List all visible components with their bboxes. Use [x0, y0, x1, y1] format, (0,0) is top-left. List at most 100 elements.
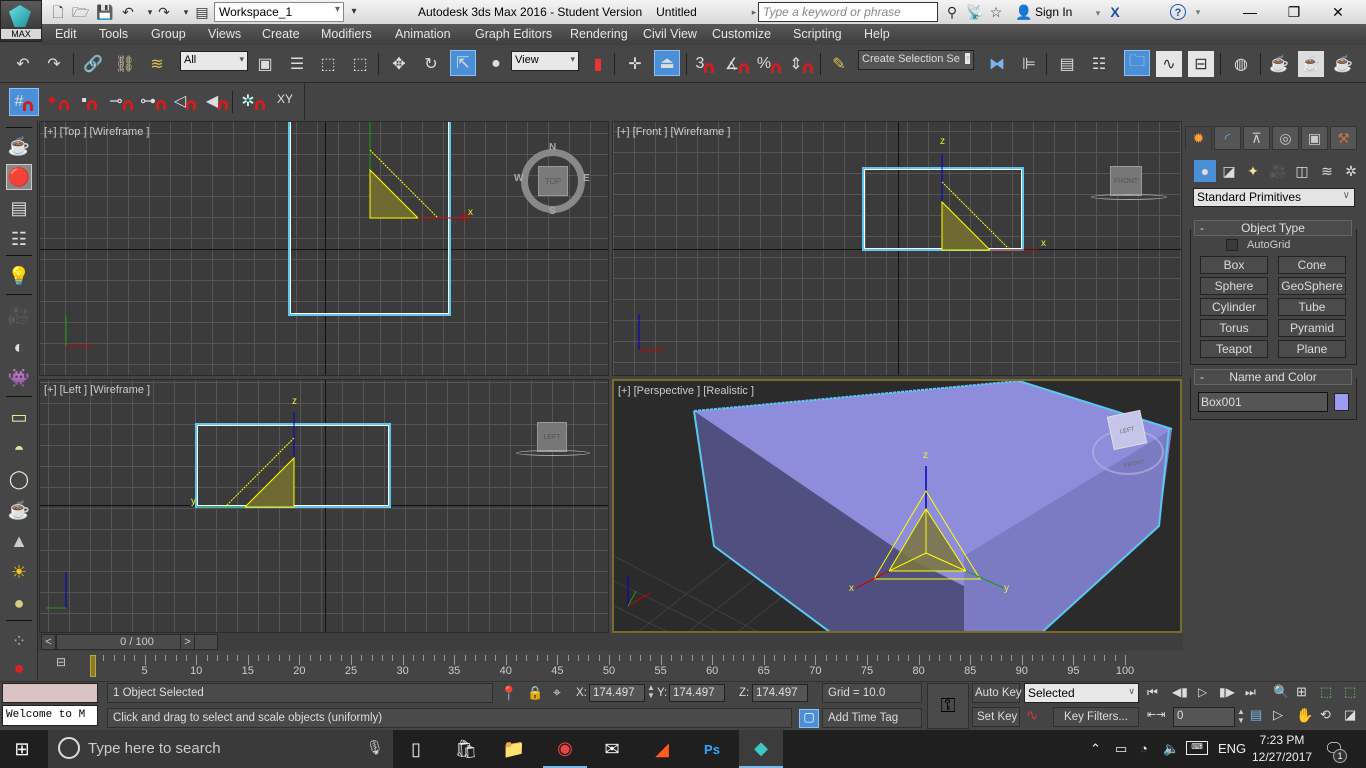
render-production-icon[interactable]: ☕	[1330, 51, 1356, 77]
application-menu-button[interactable]: MAX	[0, 0, 42, 42]
cylinder-button[interactable]: Cylinder	[1200, 298, 1268, 316]
unlink-selection-icon[interactable]: ⛓	[112, 51, 138, 77]
pan-view-icon[interactable]: ✋	[1296, 707, 1313, 724]
go-to-end-icon[interactable]: ⏭	[1245, 685, 1256, 700]
zoom-extents-icon[interactable]: ⬚	[1320, 684, 1332, 700]
pivot-center-icon[interactable]: ▮	[585, 51, 611, 77]
spot-light-icon[interactable]: ▲	[6, 528, 32, 554]
align-icon[interactable]: ⊫	[1016, 51, 1042, 77]
menu-graph-editors[interactable]: Graph Editors	[475, 27, 552, 41]
minimize-button[interactable]: —	[1230, 2, 1270, 22]
undo-icon[interactable]: ↶	[10, 51, 36, 77]
sign-in-button[interactable]: Sign In ▾	[1035, 5, 1100, 19]
viewport-label[interactable]: [+] [Left ] [Wireframe ]	[44, 384, 150, 396]
object-name-input[interactable]: Box001	[1198, 392, 1328, 412]
time-slider-prev[interactable]: <	[41, 634, 56, 650]
viewport-label[interactable]: [+] [Top ] [Wireframe ]	[44, 126, 149, 138]
battery-icon[interactable]: ▭	[1115, 741, 1127, 757]
exchange-apps-icon[interactable]: X	[1107, 4, 1123, 20]
tube-button[interactable]: Tube	[1278, 298, 1346, 316]
teapot-create-icon[interactable]: ☕	[6, 133, 32, 159]
space-warps-icon[interactable]: ≋	[1316, 160, 1338, 182]
viewport-label[interactable]: [+] [Perspective ] [Realistic ]	[618, 385, 754, 397]
time-slider-next[interactable]: >	[180, 634, 195, 650]
cone-button[interactable]: Cone	[1278, 256, 1346, 274]
key-mode-toggle-icon[interactable]: ⇤⇥	[1147, 708, 1165, 721]
viewport-top[interactable]: x [+] [Top ] [Wireframe ] TOP N S E W	[39, 121, 609, 376]
material-editor-icon[interactable]: ◍	[1228, 51, 1254, 77]
material-ball-icon[interactable]: ●	[6, 655, 32, 681]
orbit-icon[interactable]: ⟲	[1320, 707, 1331, 723]
tab-utilities[interactable]: ⚒	[1330, 126, 1357, 150]
frame-spinner[interactable]: ▲ ▼	[1237, 707, 1245, 725]
tab-modify[interactable]: ◜	[1214, 126, 1241, 150]
menu-civil-view[interactable]: Civil View	[643, 27, 697, 41]
scene-explorer-icon[interactable]: ▤	[1054, 51, 1080, 77]
field-of-view-icon[interactable]: ▷	[1273, 707, 1283, 723]
clock[interactable]: 7:23 PM 12/27/2017	[1252, 732, 1312, 766]
help-icon[interactable]: ?	[1170, 4, 1186, 20]
x-spinner[interactable]: ▲ ▼	[647, 684, 655, 700]
autogrid-checkbox[interactable]	[1226, 239, 1238, 251]
camera-sphere-icon[interactable]: ◐	[6, 334, 32, 360]
vertex-snap-icon[interactable]: ▪	[76, 88, 102, 114]
save-icon[interactable]: 💾	[96, 4, 113, 20]
project-folder-icon[interactable]: ▤	[194, 4, 210, 20]
select-and-link-icon[interactable]: 🔗	[80, 51, 106, 77]
tab-display[interactable]: ▣	[1301, 126, 1328, 150]
new-file-icon[interactable]: 🗋	[50, 4, 66, 20]
shapes-icon[interactable]: ◪	[1218, 160, 1240, 182]
maxscript-mini-listener-output[interactable]	[2, 683, 98, 703]
menu-tools[interactable]: Tools	[99, 27, 128, 41]
photoshop-icon[interactable]: Ps	[690, 730, 734, 768]
selection-lock-icon[interactable]: 🔒	[527, 685, 543, 701]
particles-icon[interactable]: ⁘	[6, 628, 32, 654]
favorites-star-icon[interactable]: ☆	[988, 4, 1004, 20]
area-light-icon[interactable]: ▭	[6, 404, 32, 430]
menu-views[interactable]: Views	[208, 27, 241, 41]
frame-ruler[interactable]: 0510152025303540455055606570758085909510…	[90, 655, 1134, 677]
viewport-label[interactable]: [+] [Front ] [Wireframe ]	[617, 126, 730, 138]
play-icon[interactable]: ▷	[1198, 685, 1207, 699]
axis-constraint-snap-icon[interactable]: XY	[272, 86, 298, 112]
box-button[interactable]: Box	[1200, 256, 1268, 274]
teapot-button[interactable]: Teapot	[1200, 340, 1268, 358]
layer-explorer-icon[interactable]: ☷	[1086, 51, 1112, 77]
rectangular-selection-icon[interactable]: ⬚	[315, 51, 341, 77]
viewcube-top[interactable]: TOP N S E W	[514, 142, 590, 217]
menu-help[interactable]: Help	[864, 27, 890, 41]
z-coord-input[interactable]: 174.497	[752, 684, 808, 702]
acrobat-icon[interactable]: ◢	[640, 730, 684, 768]
customize-qat-icon[interactable]: ▾	[346, 4, 362, 20]
light-lister-icon[interactable]: 💡	[6, 263, 32, 289]
percent-snap-toggle-icon[interactable]: %	[756, 51, 782, 77]
isolate-selection-icon[interactable]: 📍	[500, 685, 517, 702]
time-slider[interactable]: < 0 / 100 >	[38, 633, 1183, 651]
add-time-tag-button[interactable]: Add Time Tag	[822, 708, 922, 728]
menu-edit[interactable]: Edit	[55, 27, 77, 41]
list-panel-icon[interactable]: ▤	[6, 195, 32, 221]
viewcube-left[interactable]: LEFT	[537, 422, 567, 452]
store-icon[interactable]: 🛍	[444, 730, 488, 768]
sky-light-icon[interactable]: ●	[6, 590, 32, 616]
volume-icon[interactable]: 🔈	[1163, 741, 1179, 757]
helpers-icon[interactable]: ◫	[1291, 160, 1313, 182]
grid-points-snap-icon[interactable]: #	[9, 88, 39, 116]
snaps-toggle-icon[interactable]: 3	[692, 51, 718, 77]
menu-create[interactable]: Create	[262, 27, 300, 41]
select-and-scale-icon[interactable]: ⇱	[450, 50, 476, 76]
named-selection-dropdown[interactable]: Create Selection Se ▾	[858, 50, 974, 70]
menu-animation[interactable]: Animation	[395, 27, 451, 41]
plane-button[interactable]: Plane	[1278, 340, 1346, 358]
select-object-icon[interactable]: ▣	[252, 51, 278, 77]
rendered-frame-window-icon[interactable]: ☕	[1298, 51, 1324, 77]
zoom-icon[interactable]: 🔍	[1273, 684, 1289, 700]
viewcube-front[interactable]: FRONT	[1110, 166, 1142, 196]
tab-hierarchy[interactable]: ⊼	[1243, 126, 1270, 150]
select-and-rotate-icon[interactable]: ↻	[418, 51, 444, 77]
viewport-front[interactable]: z x [+] [Front ] [Wireframe ] FRONT	[612, 121, 1182, 376]
menu-rendering[interactable]: Rendering	[570, 27, 628, 41]
tab-motion[interactable]: ◎	[1272, 126, 1299, 150]
select-by-name-icon[interactable]: ☰	[284, 51, 310, 77]
track-bar[interactable]: ⊟ 05101520253035404550556065707580859095…	[38, 651, 1183, 681]
